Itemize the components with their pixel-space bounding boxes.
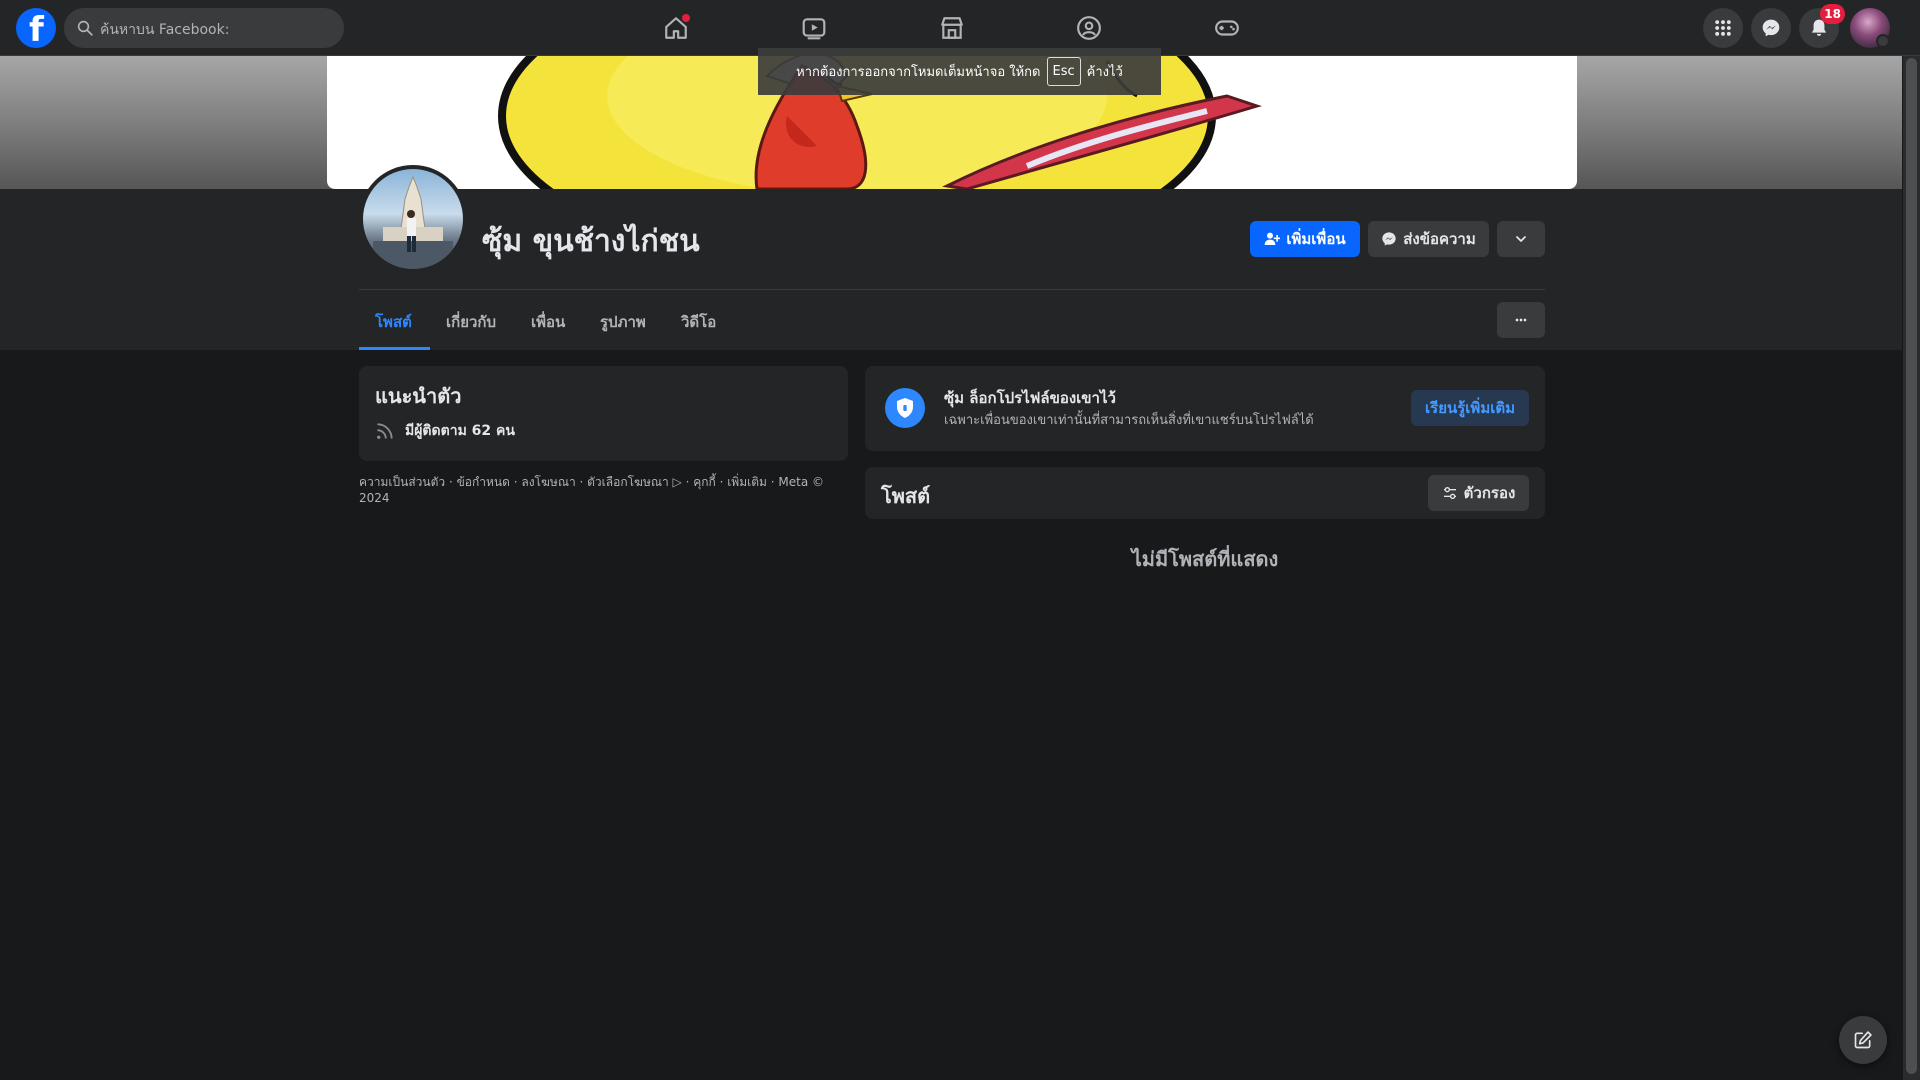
notification-count-badge: 18	[1820, 4, 1845, 24]
nav-home[interactable]	[620, 0, 732, 56]
send-message-button[interactable]: ส่งข้อความ	[1368, 221, 1489, 257]
filter-button[interactable]: ตัวกรอง	[1428, 475, 1529, 511]
intro-card: แนะนำตัว มีผู้ติดตาม 62 คน	[359, 366, 848, 461]
posts-title: โพสต์	[881, 484, 931, 508]
marketplace-icon	[941, 17, 963, 39]
profile-photo-image	[373, 175, 453, 269]
search-input[interactable]: ค้นหาบน Facebook:	[64, 8, 344, 48]
new-message-button[interactable]	[1839, 1016, 1887, 1064]
messenger-icon	[1762, 19, 1780, 37]
send-message-label: ส่งข้อความ	[1403, 230, 1476, 248]
search-placeholder: ค้นหาบน Facebook:	[100, 22, 230, 38]
account-chevron-icon[interactable]	[1876, 34, 1890, 48]
home-notification-dot	[682, 14, 690, 22]
scrollbar-thumb[interactable]	[1906, 58, 1917, 1074]
profile-picture[interactable]	[359, 165, 467, 273]
chevron-down-icon	[1516, 236, 1526, 242]
more-dots-icon	[1515, 318, 1527, 322]
nav-gaming[interactable]	[1171, 0, 1283, 56]
active-tab-indicator	[359, 347, 430, 350]
followers-row: มีผู้ติดตาม 62 คน	[375, 420, 515, 442]
followers-count: มีผู้ติดตาม 62 คน	[405, 423, 515, 439]
groups-icon	[1077, 16, 1101, 40]
add-friend-button[interactable]: เพิ่มเพื่อน	[1250, 221, 1360, 257]
profile-header-panel	[0, 189, 1902, 350]
facebook-logo-icon[interactable]: f	[16, 8, 56, 50]
esc-key-label: Esc	[1046, 57, 1081, 86]
tab-posts[interactable]: โพสต์	[359, 294, 428, 350]
gaming-icon	[1215, 20, 1239, 36]
menu-grid-icon	[1715, 20, 1731, 36]
video-icon	[802, 18, 826, 40]
menu-button[interactable]	[1703, 8, 1743, 48]
no-posts-message: ไม่มีโพสต์ที่แสดง	[1131, 547, 1279, 571]
intro-title: แนะนำตัว	[375, 384, 462, 408]
fullscreen-toast-after: ค้างไว้	[1086, 65, 1123, 80]
posts-header-card: โพสต์ ตัวกรอง	[865, 467, 1545, 519]
learn-more-button[interactable]: เรียนรู้เพิ่มเติม	[1411, 390, 1529, 426]
tab-friends[interactable]: เพื่อน	[515, 294, 581, 350]
search-icon	[77, 20, 93, 36]
add-friend-label: เพิ่มเพื่อน	[1286, 230, 1346, 248]
locked-profile-card: ซุ้ม ล็อกโปรไฟล์ของเขาไว้ เฉพาะเพื่อนของ…	[865, 366, 1545, 451]
footer-links[interactable]: ความเป็นส่วนตัว · ข้อกำหนด · ลงโฆษณา · ต…	[359, 474, 848, 506]
compose-icon	[1854, 1031, 1872, 1049]
tabs-more-button[interactable]	[1497, 302, 1545, 338]
tab-about[interactable]: เกี่ยวกับ	[430, 294, 512, 350]
messenger-icon	[1382, 232, 1396, 246]
locked-profile-subtitle: เฉพาะเพื่อนของเขาเท่านั้นที่สามารถเห็นสิ…	[944, 413, 1314, 428]
rss-feed-icon	[377, 423, 393, 439]
locked-profile-title: ซุ้ม ล็อกโปรไฟล์ของเขาไว้	[944, 389, 1116, 407]
notifications-button[interactable]: 18	[1799, 4, 1845, 48]
filter-label: ตัวกรอง	[1463, 484, 1516, 502]
tab-videos[interactable]: วิดีโอ	[665, 294, 732, 350]
profile-name: ซุ้ม ขุนช้างไก่ชน	[482, 224, 700, 259]
fullscreen-toast-before: หากต้องการออกจากโหมดเต็มหน้าจอ ให้กด	[796, 65, 1041, 80]
page-scrollbar[interactable]	[1903, 56, 1920, 1080]
tab-photos[interactable]: รูปภาพ	[584, 294, 662, 350]
add-friend-icon	[1265, 232, 1281, 245]
filter-sliders-icon	[1443, 487, 1456, 499]
messenger-button[interactable]	[1751, 8, 1791, 48]
fullscreen-toast: หากต้องการออกจากโหมดเต็มหน้าจอ ให้กด Esc…	[758, 48, 1161, 95]
profile-more-dropdown-button[interactable]	[1497, 221, 1545, 257]
shield-icon	[885, 388, 925, 428]
profile-divider	[359, 289, 1545, 290]
